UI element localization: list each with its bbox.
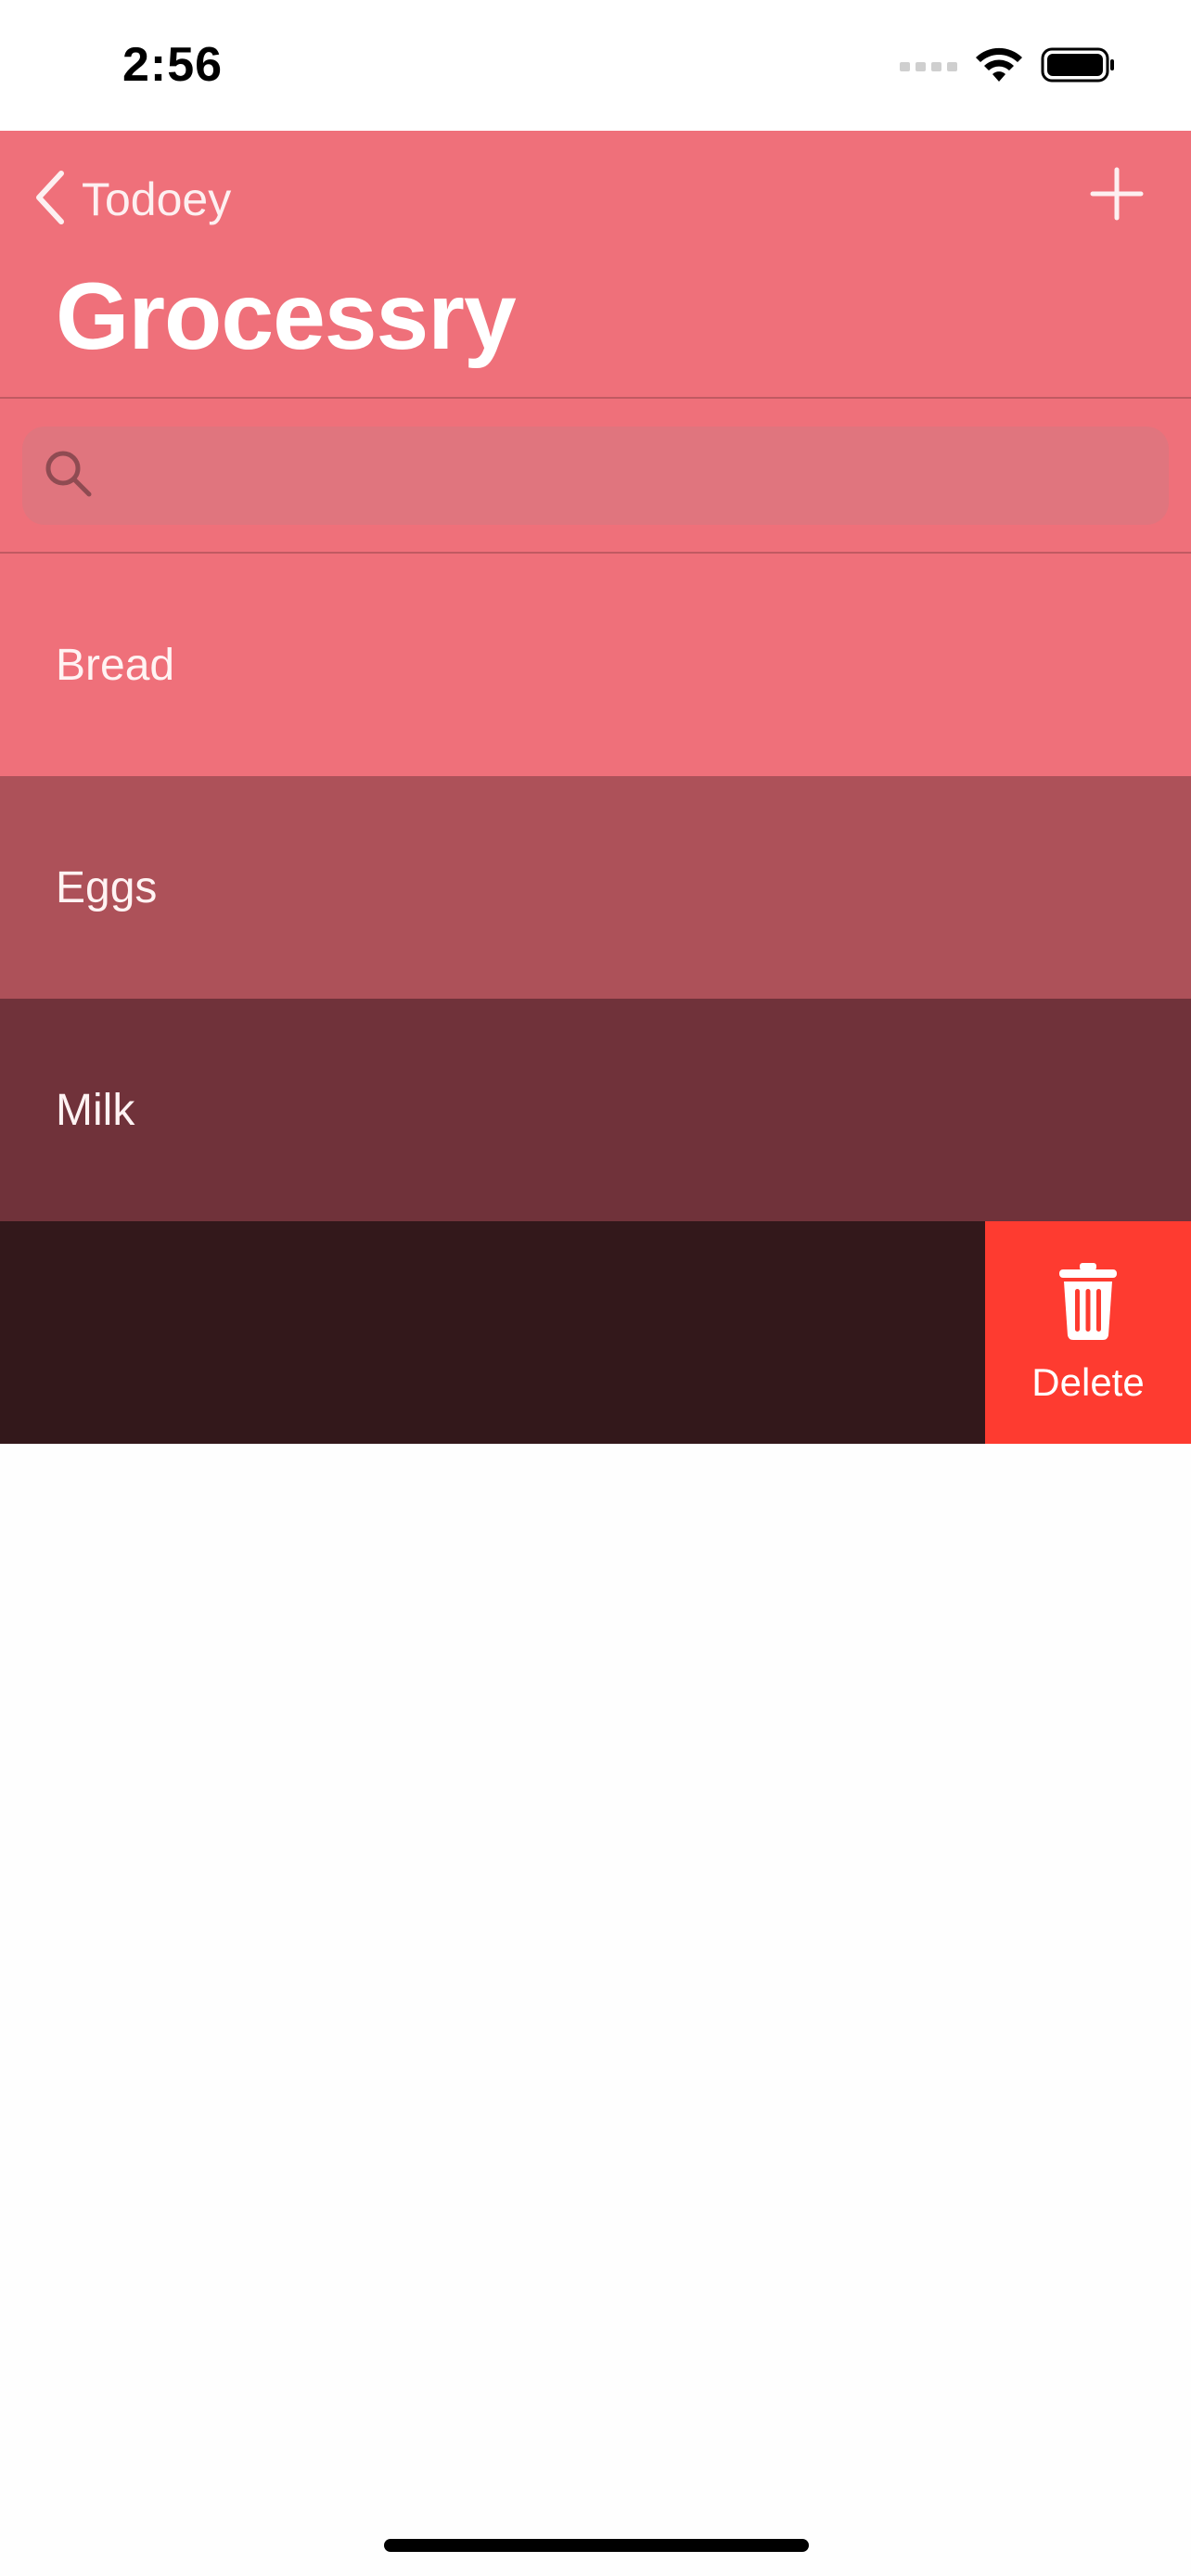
chevron-left-icon [33, 170, 67, 230]
list-item-label: Bread [56, 640, 175, 690]
list-item[interactable]: Milk [0, 999, 1191, 1221]
page-title: Grocessry [56, 263, 517, 369]
status-bar: 2:56 [0, 0, 1191, 131]
trash-icon [1057, 1261, 1119, 1345]
item-list: Bread Eggs Milk Delete [0, 554, 1191, 1444]
battery-icon [1041, 46, 1117, 88]
back-button[interactable]: Todoey [33, 162, 231, 236]
status-icons [900, 46, 1117, 87]
list-item-swiped[interactable]: Delete [0, 1221, 1191, 1444]
navigation-bar: Todoey Grocessry [0, 131, 1191, 399]
search-field[interactable] [22, 427, 1169, 525]
home-indicator[interactable] [384, 2539, 809, 2552]
list-item-label: Milk [56, 1085, 135, 1135]
list-item-label: Eggs [56, 862, 158, 912]
list-item[interactable]: Eggs [0, 776, 1191, 999]
delete-button[interactable]: Delete [985, 1221, 1191, 1444]
wifi-icon [974, 46, 1024, 88]
status-time: 2:56 [122, 38, 224, 92]
search-input[interactable] [111, 427, 1169, 525]
search-bar [0, 399, 1191, 554]
plus-icon [1090, 167, 1144, 225]
cellular-signal-icon [900, 58, 957, 76]
add-item-button[interactable] [1080, 159, 1154, 233]
delete-button-label: Delete [1031, 1359, 1145, 1404]
search-icon [43, 448, 95, 504]
back-button-label: Todoey [82, 173, 232, 225]
list-item[interactable]: Bread [0, 554, 1191, 776]
